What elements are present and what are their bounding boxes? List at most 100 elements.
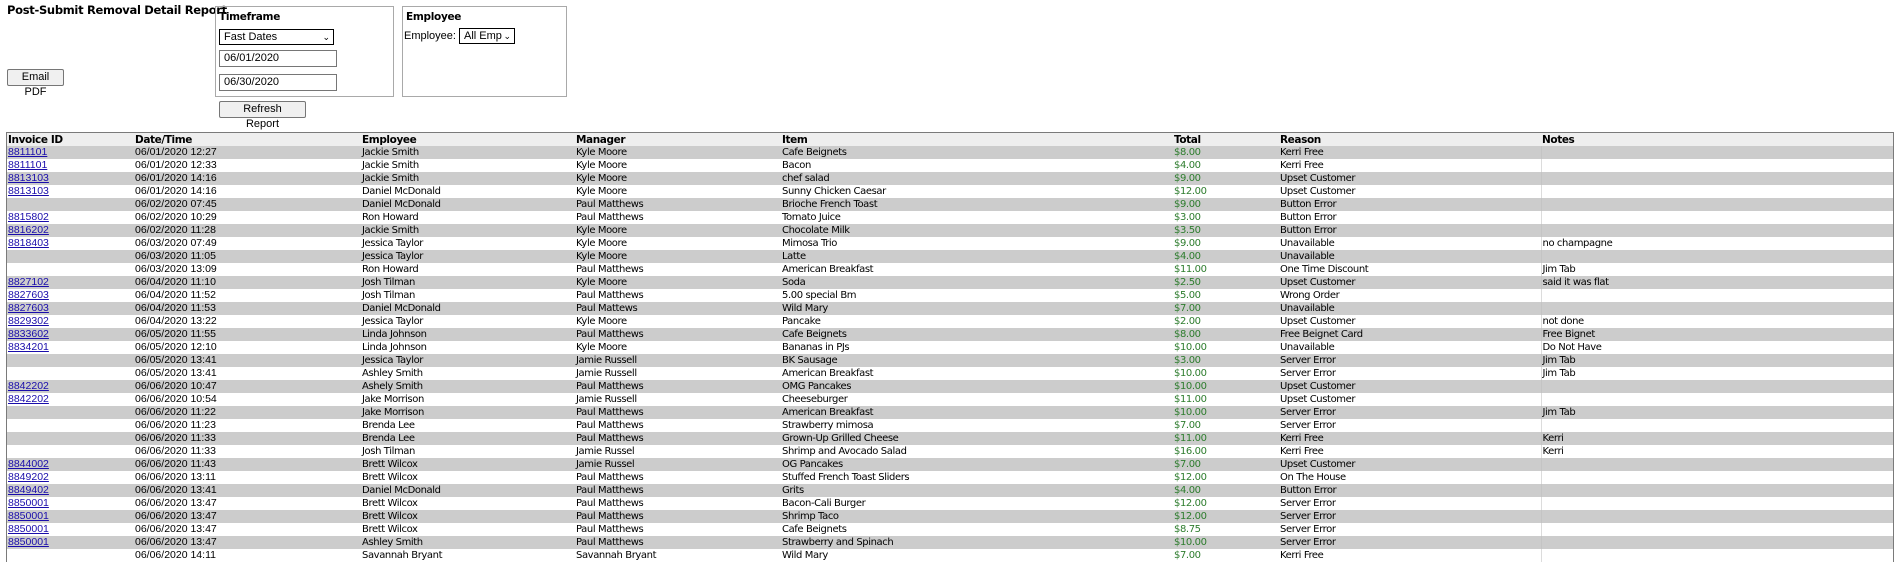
manager-cell: Paul Matthews xyxy=(575,406,781,419)
notes-cell xyxy=(1540,289,1893,302)
invoice-link[interactable]: 8813103 xyxy=(8,185,49,197)
notes-cell xyxy=(1540,159,1893,172)
item-cell: Strawberry mimosa xyxy=(781,419,1173,432)
total-cell: $8.00 xyxy=(1173,328,1279,341)
reason-cell: Unavailable xyxy=(1279,250,1541,263)
invoice-link[interactable]: 8844002 xyxy=(8,458,49,470)
column-header-notes[interactable]: Notes xyxy=(1541,133,1893,146)
column-header-datetime[interactable]: Date/Time xyxy=(134,133,361,146)
total-cell: $10.00 xyxy=(1173,536,1279,549)
notes-cell: Jim Tab xyxy=(1540,406,1893,419)
total-cell: $4.00 xyxy=(1173,484,1279,497)
employee-cell: Daniel McDonald xyxy=(361,198,575,211)
manager-cell: Paul Matthews xyxy=(575,497,781,510)
invoice-id-cell: 8850001 xyxy=(7,523,134,536)
item-cell: Pancake xyxy=(781,315,1173,328)
notes-cell: Kerri xyxy=(1540,432,1893,445)
table-row: 8834201 06/05/2020 12:10 Linda Johnson Kyle… xyxy=(7,341,1893,354)
employee-label: Employee: xyxy=(404,30,456,42)
total-cell: $5.00 xyxy=(1173,289,1279,302)
employee-cell: Jessica Taylor xyxy=(361,237,575,250)
employee-cell: Jackie Smith xyxy=(361,159,575,172)
manager-cell: Jamie Russell xyxy=(575,367,781,380)
table-row: 8849202 06/06/2020 13:11 Brett Wilcox Paul … xyxy=(7,471,1893,484)
invoice-link[interactable]: 8815802 xyxy=(8,211,49,223)
item-cell: Soda xyxy=(781,276,1173,289)
table-row: 8850001 06/06/2020 13:47 Ashley Smith Paul … xyxy=(7,536,1893,549)
employee-cell: Josh Tilman xyxy=(361,289,575,302)
total-cell: $2.00 xyxy=(1173,315,1279,328)
invoice-link[interactable]: 8850001 xyxy=(8,536,49,548)
reason-cell: Wrong Order xyxy=(1279,289,1541,302)
column-header-invoice-id[interactable]: Invoice ID xyxy=(7,133,134,146)
reason-cell: Upset Customer xyxy=(1279,393,1541,406)
employee-cell: Josh Tilman xyxy=(361,445,575,458)
employee-cell: Jake Morrison xyxy=(361,393,575,406)
invoice-link[interactable]: 8849202 xyxy=(8,471,49,483)
invoice-id-cell xyxy=(7,354,134,367)
total-cell: $11.00 xyxy=(1173,393,1279,406)
invoice-link[interactable]: 8849402 xyxy=(8,484,49,496)
invoice-id-cell: 8827102 xyxy=(7,276,134,289)
invoice-link[interactable]: 8842202 xyxy=(8,393,49,405)
end-date-input[interactable]: 06/30/2020 xyxy=(219,74,337,91)
notes-cell: said it was flat xyxy=(1540,276,1893,289)
invoice-link[interactable]: 8829302 xyxy=(8,315,49,327)
table-header-row: Invoice ID Date/Time Employee Manager It… xyxy=(7,133,1893,146)
refresh-report-button[interactable]: Refresh Report xyxy=(219,101,306,130)
manager-cell: Paul Matthews xyxy=(575,263,781,276)
timeframe-preset-value: Fast Dates xyxy=(224,31,278,43)
invoice-link[interactable]: 8850001 xyxy=(8,497,49,509)
datetime-cell: 06/06/2020 10:54 xyxy=(134,393,361,406)
employee-fieldset: Employee Employee: All Emp ⌄ xyxy=(402,6,567,97)
notes-cell: Jim Tab xyxy=(1540,263,1893,276)
invoice-id-cell: 8834201 xyxy=(7,341,134,354)
column-header-total[interactable]: Total xyxy=(1173,133,1279,146)
employee-select[interactable]: All Emp ⌄ xyxy=(459,28,515,44)
datetime-cell: 06/04/2020 11:53 xyxy=(134,302,361,315)
notes-cell xyxy=(1540,393,1893,406)
invoice-link[interactable]: 8850001 xyxy=(8,510,49,522)
invoice-link[interactable]: 8827102 xyxy=(8,276,49,288)
column-header-item[interactable]: Item xyxy=(781,133,1173,146)
notes-cell xyxy=(1540,380,1893,393)
item-cell: chef salad xyxy=(781,172,1173,185)
datetime-cell: 06/01/2020 12:27 xyxy=(134,146,361,159)
reason-cell: Server Error xyxy=(1279,497,1541,510)
notes-cell xyxy=(1540,185,1893,198)
email-pdf-button[interactable]: Email PDF xyxy=(7,69,64,98)
total-cell: $9.00 xyxy=(1173,198,1279,211)
item-cell: Cafe Beignets xyxy=(781,146,1173,159)
table-row: 8842202 06/06/2020 10:54 Jake Morrison Jami… xyxy=(7,393,1893,406)
invoice-link[interactable]: 8816202 xyxy=(8,224,49,236)
invoice-link[interactable]: 8850001 xyxy=(8,523,49,535)
table-row: 8827603 06/04/2020 11:53 Daniel McDonald Pa… xyxy=(7,302,1893,315)
invoice-link[interactable]: 8827603 xyxy=(8,289,49,301)
table-row: 8850001 06/06/2020 13:47 Brett Wilcox Paul … xyxy=(7,510,1893,523)
datetime-cell: 06/03/2020 07:49 xyxy=(134,237,361,250)
chevron-down-icon: ⌄ xyxy=(322,32,330,42)
employee-cell: Brett Wilcox xyxy=(361,510,575,523)
invoice-link[interactable]: 8842202 xyxy=(8,380,49,392)
datetime-cell: 06/05/2020 11:55 xyxy=(134,328,361,341)
invoice-id-cell xyxy=(7,406,134,419)
invoice-link[interactable]: 8811101 xyxy=(8,146,47,158)
invoice-link[interactable]: 8811101 xyxy=(8,159,47,171)
invoice-link[interactable]: 8827603 xyxy=(8,302,49,314)
timeframe-preset-select[interactable]: Fast Dates ⌄ xyxy=(219,29,334,45)
start-date-input[interactable]: 06/01/2020 xyxy=(219,50,337,67)
table-row: 8813103 06/01/2020 14:16 Jackie Smith Kyle … xyxy=(7,172,1893,185)
employee-legend: Employee xyxy=(406,11,462,23)
notes-cell xyxy=(1540,471,1893,484)
invoice-link[interactable]: 8813103 xyxy=(8,172,49,184)
column-header-employee[interactable]: Employee xyxy=(361,133,575,146)
invoice-id-cell: 8842202 xyxy=(7,380,134,393)
invoice-link[interactable]: 8818403 xyxy=(8,237,49,249)
total-cell: $12.00 xyxy=(1173,497,1279,510)
datetime-cell: 06/02/2020 07:45 xyxy=(134,198,361,211)
manager-cell: Jamie Russell xyxy=(575,354,781,367)
column-header-manager[interactable]: Manager xyxy=(575,133,781,146)
column-header-reason[interactable]: Reason xyxy=(1279,133,1541,146)
invoice-link[interactable]: 8833602 xyxy=(8,328,49,340)
invoice-link[interactable]: 8834201 xyxy=(8,341,49,353)
